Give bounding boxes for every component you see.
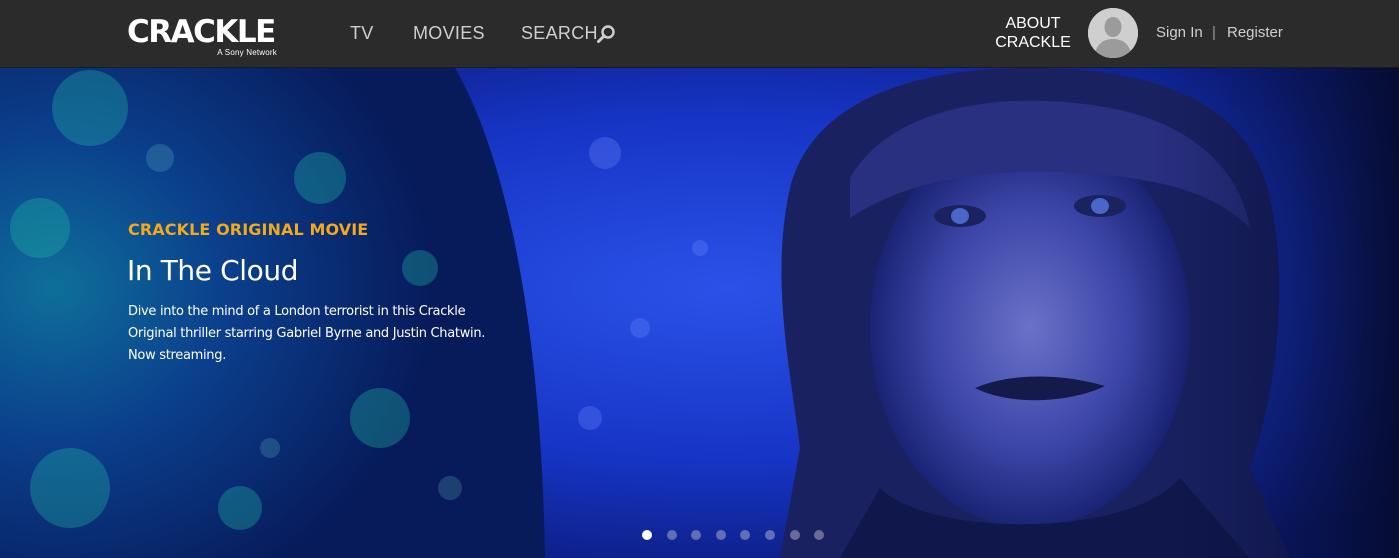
hero-description: Dive into the mind of a London terrorist… [128,304,486,363]
user-avatar-icon[interactable] [1088,8,1138,58]
carousel-dot[interactable] [765,530,775,540]
nav-movies[interactable]: MOVIES [413,22,485,44]
register-link[interactable]: Register [1227,24,1283,42]
hero-eyebrow-label: CRACKLE ORIGINAL MOVIE [128,220,369,239]
carousel-dot[interactable] [642,530,652,540]
account-separator: | [1212,24,1216,41]
logo-wordmark: CRACKLE [127,14,276,50]
about-line-2: CRACKLE [995,34,1071,51]
sign-in-link[interactable]: Sign In [1156,24,1203,42]
about-crackle-link[interactable]: ABOUT CRACKLE [990,14,1076,52]
logo-tagline: A Sony Network [217,48,277,57]
top-navigation-bar: CRACKLE A Sony Network TV MOVIES SEARCH … [0,0,1399,68]
about-line-1: ABOUT [1005,15,1061,32]
nav-tv[interactable]: TV [350,22,374,44]
hero-carousel[interactable]: CRACKLE ORIGINAL MOVIE In The Cloud Dive… [0,68,1399,558]
carousel-dot[interactable] [666,530,677,540]
search-icon[interactable] [596,24,616,44]
avatar-silhouette-icon [1088,8,1138,58]
crackle-logo[interactable]: CRACKLE A Sony Network [127,14,279,60]
nav-search[interactable]: SEARCH [521,22,598,44]
carousel-dot[interactable] [789,530,800,540]
carousel-dot[interactable] [715,530,726,540]
hero-title[interactable]: In The Cloud [127,253,298,289]
